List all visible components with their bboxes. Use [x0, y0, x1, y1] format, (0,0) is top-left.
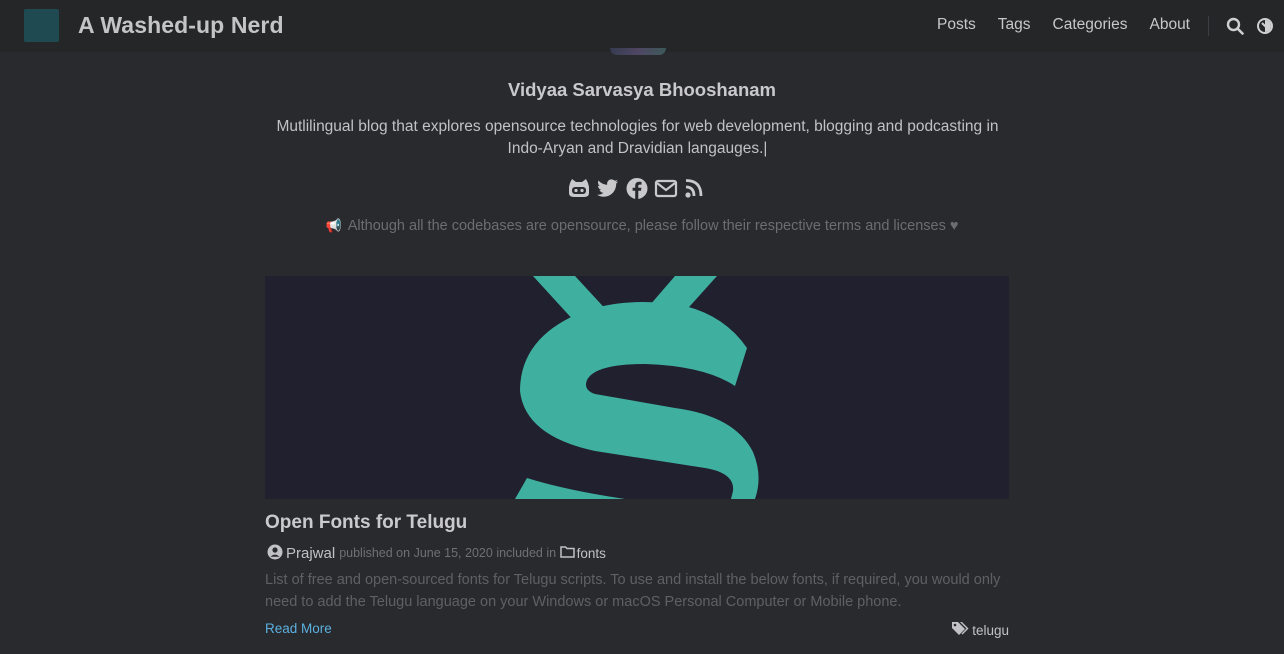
github-icon[interactable] [567, 177, 590, 200]
tags-icon [951, 621, 969, 639]
nav-posts[interactable]: Posts [937, 16, 976, 34]
post-cover-image[interactable] [265, 276, 1009, 499]
site-header: A Washed-up Nerd Posts Tags Categories A… [0, 0, 1284, 52]
main-nav: Posts Tags Categories About [915, 16, 1190, 34]
site-logo[interactable] [24, 9, 59, 42]
twitter-icon[interactable] [596, 177, 619, 200]
social-links [567, 176, 706, 200]
user-icon [267, 544, 283, 563]
tag-label[interactable]: telugu [972, 623, 1009, 638]
nav-divider [1208, 16, 1209, 36]
post-tag[interactable]: telugu [951, 621, 1009, 639]
post-author[interactable]: Prajwal [286, 545, 335, 562]
avatar [610, 48, 666, 55]
megaphone-icon: 📢 [325, 218, 342, 233]
site-title[interactable]: A Washed-up Nerd [78, 12, 284, 39]
facebook-icon[interactable] [625, 177, 648, 200]
post-meta: Prajwal published on June 15, 2020 inclu… [267, 543, 606, 563]
search-icon[interactable] [1226, 17, 1244, 35]
nav-tags[interactable]: Tags [998, 16, 1031, 34]
rss-icon[interactable] [683, 177, 706, 200]
license-notice: 📢 Although all the codebases are opensour… [0, 218, 1284, 234]
email-icon[interactable] [654, 177, 678, 200]
post-summary: List of free and open-sourced fonts for … [265, 572, 1001, 610]
nav-about[interactable]: About [1149, 16, 1190, 34]
nav-categories[interactable]: Categories [1053, 16, 1128, 34]
read-more-link[interactable]: Read More [265, 621, 332, 636]
post-category[interactable]: fonts [577, 546, 606, 561]
profile-bio: Mutlilingual blog that explores opensour… [276, 118, 999, 157]
theme-toggle-icon[interactable] [1256, 17, 1274, 35]
included-in-label: included in [496, 546, 557, 560]
post-date: June 15, 2020 [413, 546, 493, 560]
profile-name: Vidyaa Sarvasya Bhooshanam [507, 79, 777, 100]
post-title[interactable]: Open Fonts for Telugu [265, 512, 467, 534]
heart-icon: ♥ [949, 218, 959, 234]
folder-icon [559, 545, 575, 561]
published-prefix: published on [339, 546, 411, 560]
notice-text: Although all the codebases are opensourc… [347, 218, 946, 234]
